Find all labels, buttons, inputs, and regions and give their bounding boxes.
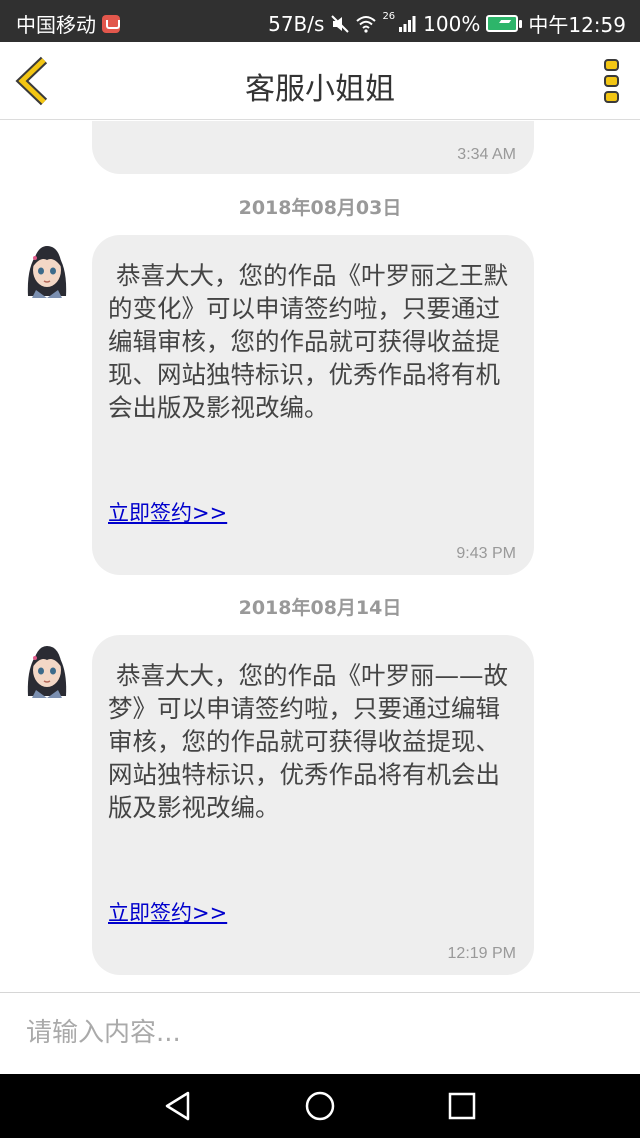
network-type: 26	[382, 11, 396, 22]
message-input[interactable]	[0, 993, 640, 1073]
vertical-dots-icon[interactable]	[600, 58, 624, 104]
message-bubble: 恭喜大大，您的作品《叶罗丽——故梦》可以申请签约啦，只要通过编辑审核，您的作品就…	[92, 635, 534, 975]
triangle-back-icon[interactable]	[160, 1088, 196, 1124]
app-header: 客服小姐姐	[0, 42, 640, 120]
sign-link[interactable]: 立即签约>>	[108, 897, 227, 927]
date-separator: 2018年08月03日	[238, 197, 402, 219]
message-time: 3:34 AM	[457, 146, 516, 163]
chat-area[interactable]: 3:34 AM 2018年08月03日 恭喜大大，您的作品《叶罗丽之王默的变化》…	[0, 121, 640, 992]
battery-percent: 100%	[423, 11, 481, 36]
system-nav-bar	[0, 1074, 640, 1138]
carrier-name: 中国移动	[16, 13, 96, 37]
notification-app-icon	[102, 14, 120, 33]
square-recents-icon[interactable]	[444, 1088, 480, 1124]
wifi-icon	[356, 15, 377, 33]
status-left: 中国移动	[16, 9, 120, 38]
sign-link[interactable]: 立即签约>>	[108, 497, 227, 527]
message-time: 9:43 PM	[456, 545, 516, 562]
mute-icon	[331, 14, 350, 33]
message-bubble: 3:34 AM	[92, 121, 534, 174]
message-text: 恭喜大大，您的作品《叶罗丽之王默的变化》可以申请签约啦，只要通过编辑审核，您的作…	[108, 261, 508, 422]
input-bar	[0, 992, 640, 1074]
message-bubble: 恭喜大大，您的作品《叶罗丽之王默的变化》可以申请签约啦，只要通过编辑审核，您的作…	[92, 235, 534, 575]
page-title: 客服小姐姐	[245, 72, 395, 107]
date-separator: 2018年08月14日	[238, 597, 402, 619]
message-text: 恭喜大大，您的作品《叶罗丽——故梦》可以申请签约啦，只要通过编辑审核，您的作品就…	[108, 661, 508, 822]
status-bar: 中国移动 57B/s 26 100% 中午12:59	[0, 0, 640, 42]
signal-icon	[399, 15, 416, 32]
message-time: 12:19 PM	[447, 945, 516, 962]
battery-icon	[486, 15, 523, 32]
agent-avatar	[27, 646, 67, 698]
agent-avatar	[27, 246, 67, 298]
status-right: 57B/s 26 100% 中午12:59	[268, 9, 626, 38]
circle-home-icon[interactable]	[302, 1088, 338, 1124]
network-speed: 57B/s	[268, 11, 325, 36]
clock: 中午12:59	[528, 13, 626, 37]
